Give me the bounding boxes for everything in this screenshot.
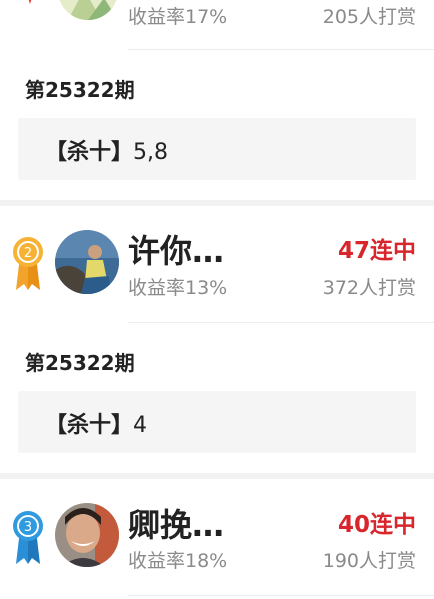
- prediction-text: 【杀十】4: [45, 407, 147, 439]
- rate-text: 收益率13%: [128, 277, 228, 299]
- prediction-value: 4: [133, 413, 148, 438]
- avatar[interactable]: [58, 0, 118, 20]
- section-divider: [0, 473, 434, 479]
- prediction-tag: 【杀十】: [45, 413, 134, 438]
- medal-3-icon: 3: [12, 510, 44, 566]
- avatar[interactable]: [55, 503, 119, 567]
- avatar[interactable]: [55, 230, 119, 294]
- medal-2-icon: 2: [12, 236, 44, 292]
- divider: [128, 595, 434, 596]
- medal-1-icon: [18, 0, 42, 10]
- medal-rank: 2: [24, 246, 32, 261]
- section-divider: [0, 200, 434, 206]
- expert-name[interactable]: 许你…: [128, 226, 224, 272]
- expert-name[interactable]: 卿挽…: [128, 500, 224, 546]
- medal-rank: 3: [24, 520, 32, 535]
- tips-count: 372人打赏: [322, 277, 416, 299]
- streak-badge: 40连中: [337, 512, 416, 538]
- tips-count: 205人打赏: [322, 6, 416, 28]
- tips-count: 190人打赏: [322, 550, 416, 572]
- prediction-tag: 【杀十】: [45, 140, 134, 165]
- streak-badge: 47连中: [337, 238, 416, 264]
- rate-text: 收益率18%: [128, 550, 228, 572]
- divider: [128, 49, 434, 50]
- issue-label: 第25322期: [25, 351, 135, 375]
- rate-text: 收益率17%: [128, 6, 228, 28]
- divider: [128, 322, 434, 323]
- prediction-value: 5,8: [133, 140, 169, 165]
- issue-label: 第25322期: [25, 78, 135, 102]
- prediction-text: 【杀十】5,8: [45, 134, 168, 166]
